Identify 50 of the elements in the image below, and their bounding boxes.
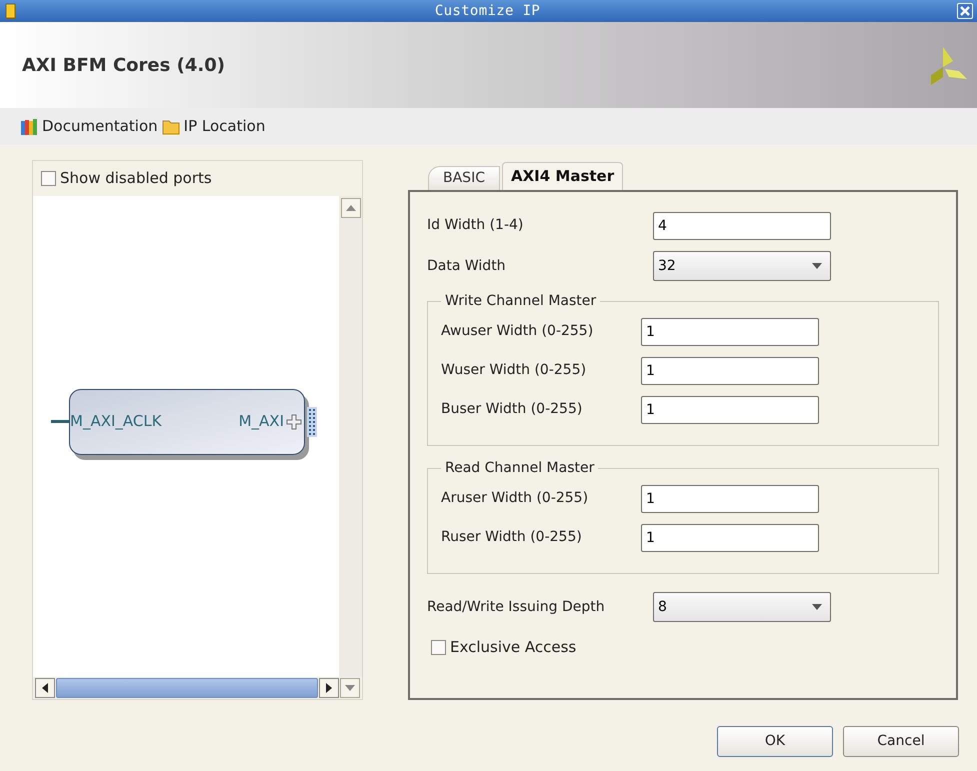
checkbox[interactable] xyxy=(431,640,446,655)
checkbox-label: Show disabled ports xyxy=(60,168,212,190)
field-label: Aruser Width (0-255) xyxy=(441,489,590,508)
caret-icon xyxy=(812,263,822,269)
app-icon xyxy=(4,3,18,19)
port-label: M_AXI xyxy=(238,411,284,432)
port-label: M_AXI_ACLK xyxy=(70,411,162,432)
tab[interactable]: AXI4 Master xyxy=(502,162,624,190)
input-field[interactable]: 1 xyxy=(641,396,819,424)
header-title: AXI BFM Cores (4.0) xyxy=(22,54,225,78)
dropdown[interactable]: 8 xyxy=(653,592,831,622)
plus-icon[interactable] xyxy=(286,414,302,430)
dialog-button[interactable]: Cancel xyxy=(843,726,959,757)
caret-icon xyxy=(812,604,822,610)
dialog-button[interactable]: OK xyxy=(717,726,833,757)
toolbar-link[interactable]: IP Location xyxy=(162,115,266,138)
input-field[interactable]: 1 xyxy=(641,356,819,384)
field-label: Read/Write Issuing Depth xyxy=(427,598,606,616)
bus-connector-icon xyxy=(307,406,317,436)
field-label: Awuser Width (0-255) xyxy=(441,322,594,341)
dropdown[interactable]: 32 xyxy=(653,251,831,281)
input-field[interactable]: 1 xyxy=(641,318,819,346)
port-line xyxy=(51,420,69,423)
group-title: Write Channel Master xyxy=(444,292,598,311)
down-arrow-icon xyxy=(345,685,355,691)
input-field[interactable]: 1 xyxy=(641,484,819,512)
field-label: Data Width xyxy=(427,256,507,276)
books-icon xyxy=(20,118,38,136)
tab[interactable]: BASIC xyxy=(428,166,500,190)
close-button[interactable] xyxy=(956,3,973,19)
checkbox[interactable] xyxy=(41,171,56,186)
input-field[interactable]: 4 xyxy=(653,212,831,240)
input-field[interactable]: 1 xyxy=(641,524,819,552)
checkbox-label: Exclusive Access xyxy=(450,637,576,658)
field-label: Wuser Width (0-255) xyxy=(441,361,588,380)
scrollbar-thumb[interactable] xyxy=(56,678,318,698)
toolbar-link[interactable]: Documentation xyxy=(20,115,158,138)
field-label: Id Width (1-4) xyxy=(427,216,524,235)
scroll-left-button[interactable] xyxy=(35,678,55,698)
field-label: Buser Width (0-255) xyxy=(441,400,584,419)
window-title: Customize IP xyxy=(434,2,540,20)
right-arrow-icon xyxy=(326,683,332,693)
group-title: Read Channel Master xyxy=(444,459,596,478)
up-arrow-icon xyxy=(346,205,356,211)
vertical-scrollbar[interactable] xyxy=(339,196,362,677)
scroll-up-button[interactable] xyxy=(340,198,360,218)
field-label: Ruser Width (0-255) xyxy=(441,528,583,547)
left-arrow-icon xyxy=(42,683,48,693)
scroll-right-button[interactable] xyxy=(319,678,339,698)
folder-icon xyxy=(162,118,180,134)
